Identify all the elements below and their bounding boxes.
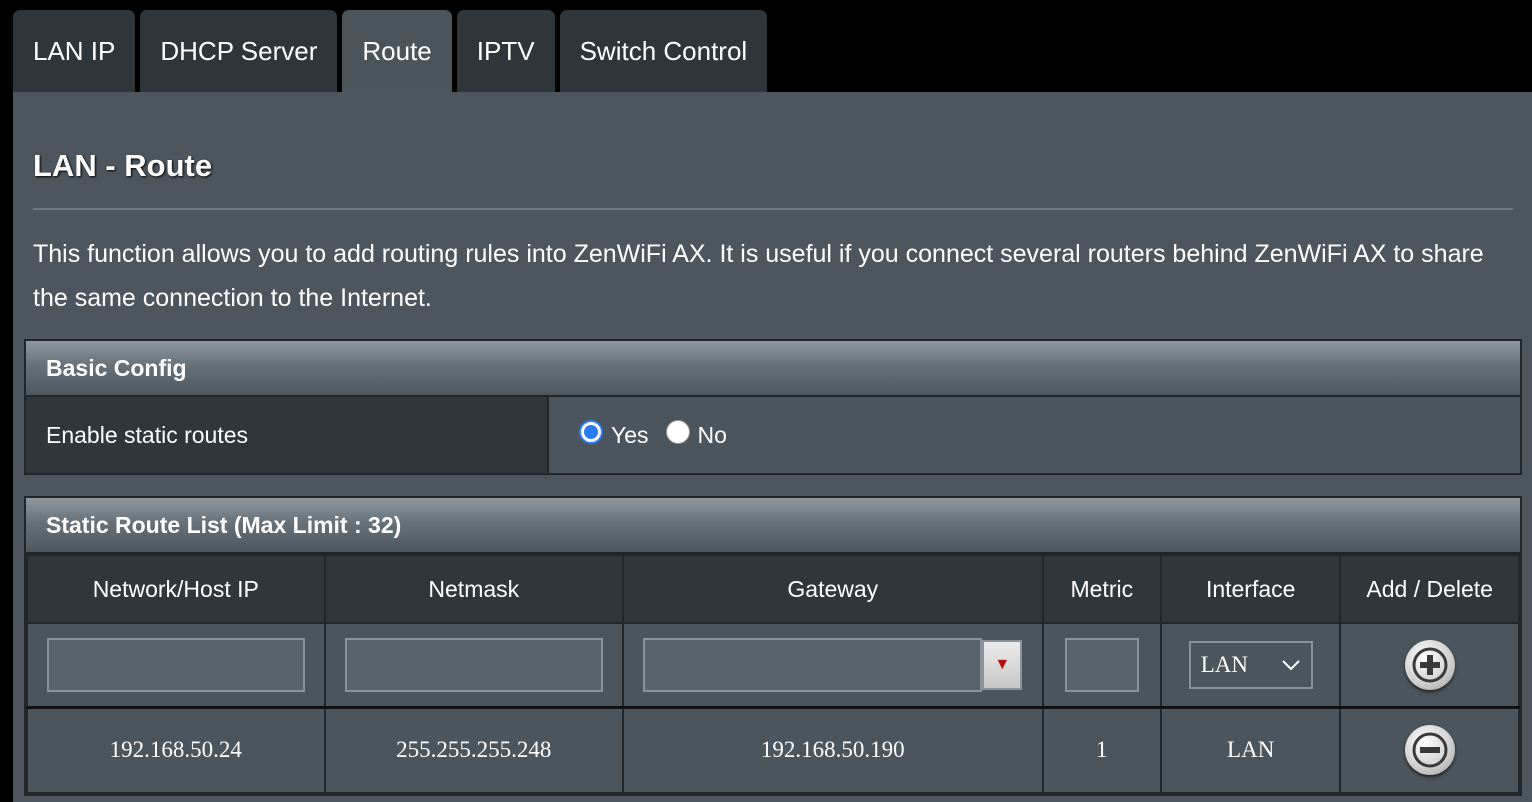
radio-no-option[interactable]: No [665, 420, 727, 449]
metric-input-cell [1041, 622, 1163, 708]
radio-yes-option[interactable]: Yes [579, 420, 649, 449]
col-network-host-ip: Network/Host IP [26, 554, 326, 624]
col-interface: Interface [1160, 554, 1342, 624]
radio-yes-label: Yes [611, 421, 649, 448]
basic-config-header: Basic Config [26, 341, 1520, 397]
col-gateway: Gateway [622, 554, 1044, 624]
interface-select[interactable]: LAN [1188, 640, 1313, 689]
tab-switch-control[interactable]: Switch Control [559, 10, 768, 92]
static-route-list-header: Static Route List (Max Limit : 32) [26, 498, 1520, 554]
gateway-input-cell: ▼ [622, 622, 1044, 708]
interface-select-value: LAN [1200, 651, 1248, 677]
new-route-row: ▼ LAN [26, 622, 1520, 708]
plus-circle-icon [1412, 647, 1448, 683]
interface-select-cell: LAN [1160, 622, 1342, 708]
row-network-host-ip: 192.168.50.24 [26, 705, 326, 794]
divider [33, 208, 1513, 210]
page-description: This function allows you to add routing … [33, 240, 1484, 312]
delete-button-cell [1339, 705, 1520, 794]
static-route-list-box: Static Route List (Max Limit : 32) Netwo… [24, 496, 1522, 796]
network-host-ip-input[interactable] [46, 637, 305, 692]
tab-bar: LAN IP DHCP Server Route IPTV Switch Con… [13, 10, 768, 92]
add-route-button[interactable] [1404, 639, 1455, 690]
row-interface: LAN [1160, 705, 1342, 794]
col-metric: Metric [1041, 554, 1163, 624]
enable-static-routes-options: Yes No [549, 397, 1520, 473]
static-route-table: Network/Host IP Netmask Gateway Metric I… [26, 554, 1520, 794]
metric-input[interactable] [1064, 637, 1139, 692]
gateway-combo: ▼ [643, 637, 1023, 692]
row-netmask: 255.255.255.248 [323, 705, 625, 794]
row-metric: 1 [1041, 705, 1163, 794]
tab-dhcp-server[interactable]: DHCP Server [140, 10, 338, 92]
netmask-input-cell [323, 622, 625, 708]
basic-config-box: Basic Config Enable static routes Yes No [24, 339, 1522, 475]
col-add-delete: Add / Delete [1339, 554, 1520, 624]
table-header-row: Network/Host IP Netmask Gateway Metric I… [26, 554, 1520, 624]
gateway-dropdown-button[interactable]: ▼ [982, 639, 1023, 690]
netmask-input[interactable] [344, 637, 603, 692]
tab-lan-ip[interactable]: LAN IP [13, 10, 136, 92]
col-netmask: Netmask [323, 554, 625, 624]
enable-static-routes-label: Enable static routes [26, 397, 549, 473]
row-gateway: 192.168.50.190 [622, 705, 1044, 794]
caret-down-icon: ▼ [994, 655, 1011, 673]
radio-no-label: No [697, 421, 727, 448]
minus-circle-icon [1412, 732, 1448, 768]
radio-yes[interactable] [579, 420, 603, 444]
delete-route-button[interactable] [1404, 724, 1455, 775]
table-row: 192.168.50.24 255.255.255.248 192.168.50… [26, 705, 1520, 794]
add-button-cell [1339, 622, 1520, 708]
gateway-input[interactable] [643, 637, 983, 692]
tab-route[interactable]: Route [342, 10, 452, 92]
radio-no[interactable] [665, 420, 690, 444]
tab-iptv[interactable]: IPTV [456, 10, 555, 92]
network-input-cell [26, 622, 326, 708]
page-title: LAN - Route [33, 148, 213, 183]
enable-static-routes-row: Enable static routes Yes No [26, 397, 1520, 473]
chevron-down-icon [1281, 660, 1300, 671]
content-panel: LAN - Route This function allows you to … [13, 92, 1532, 802]
